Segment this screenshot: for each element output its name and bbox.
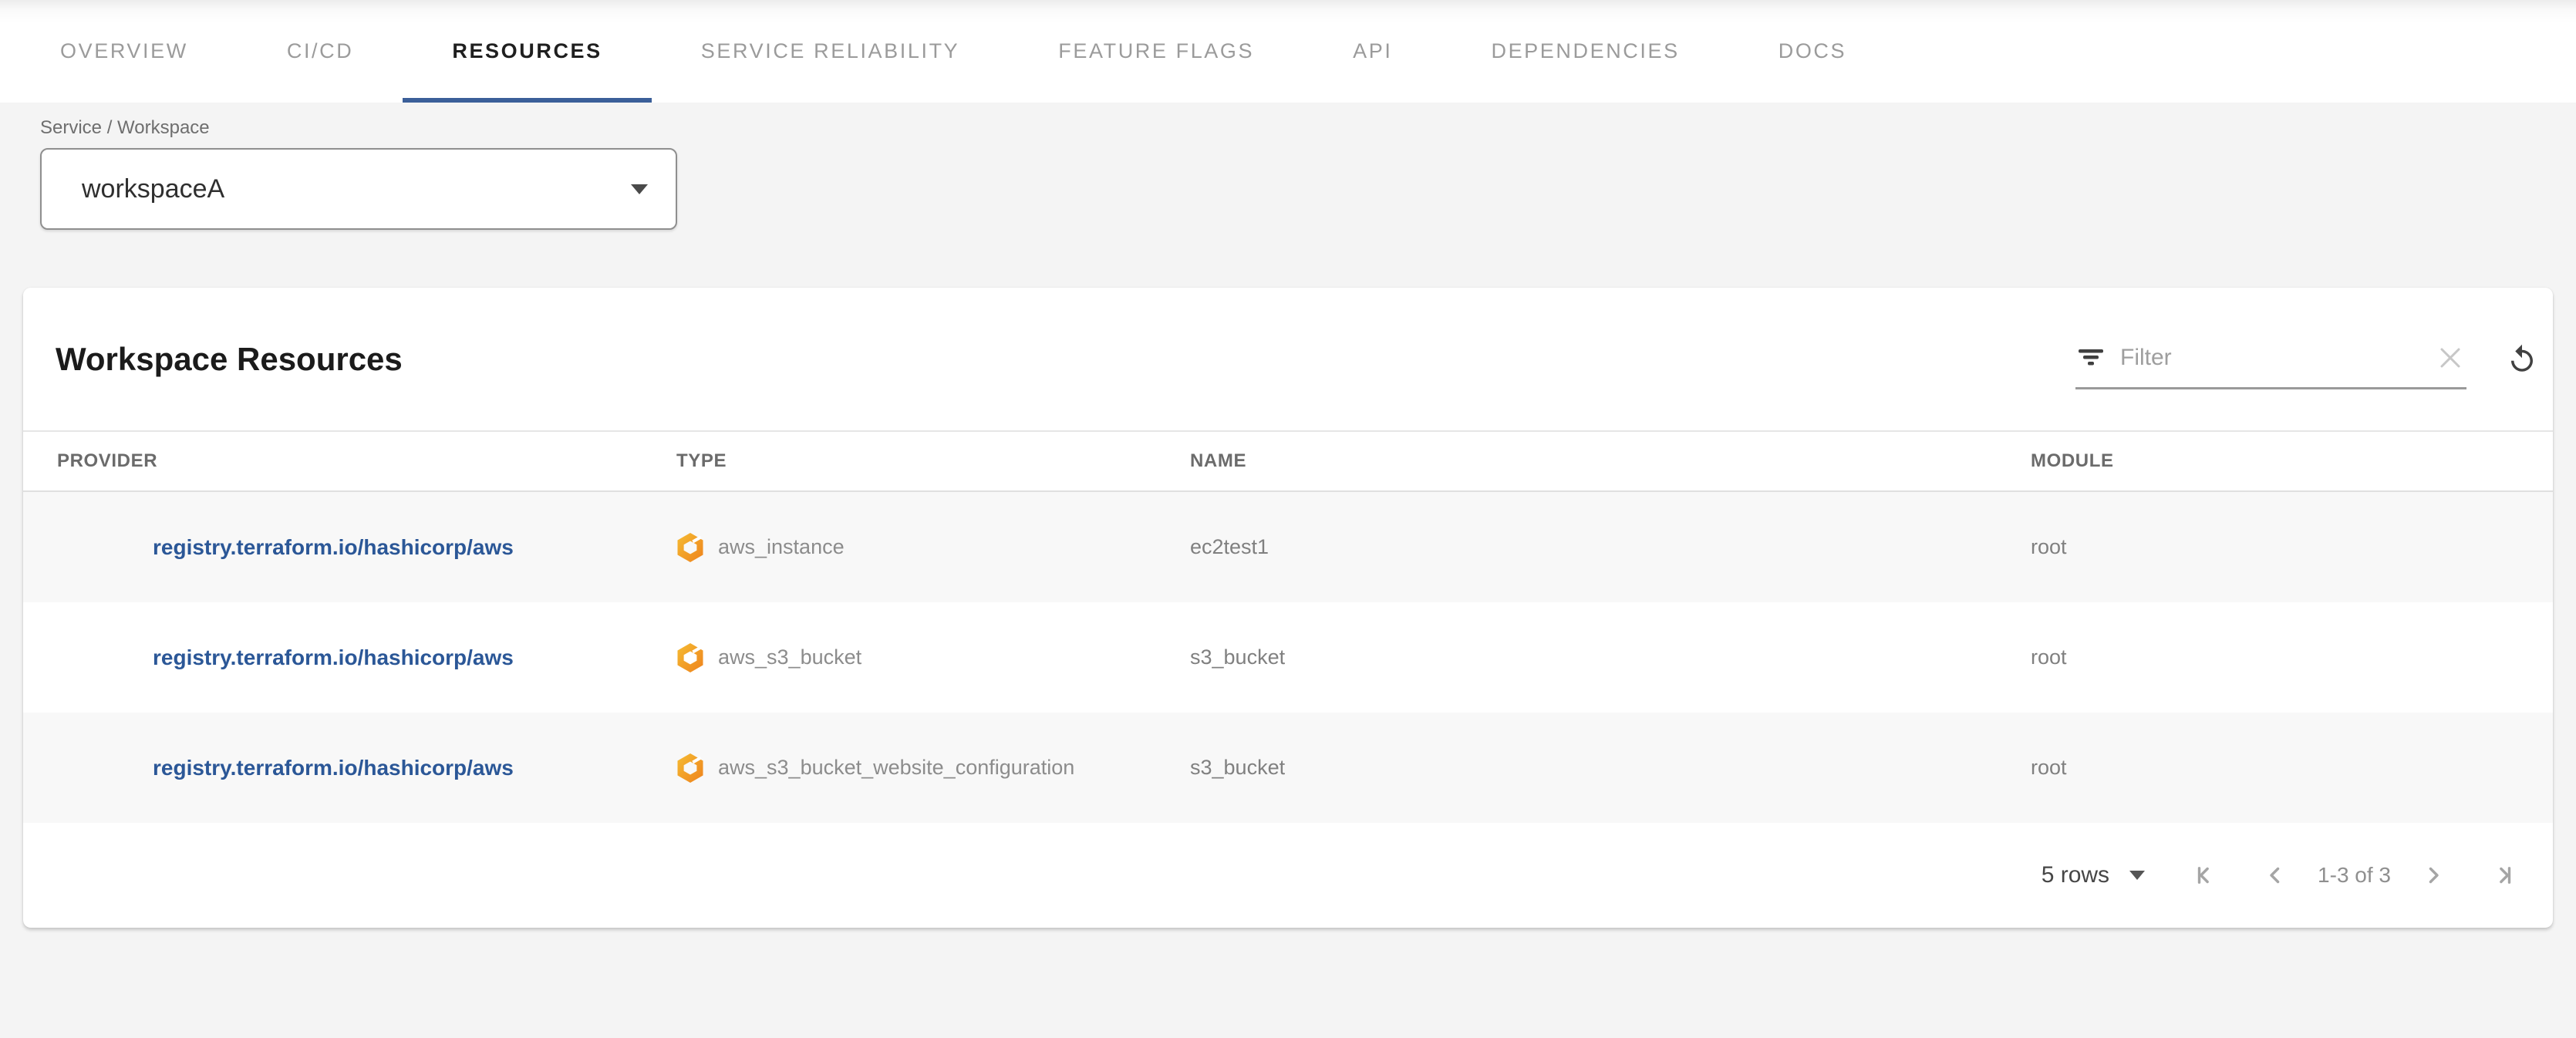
tab-label: Overview bbox=[60, 39, 188, 63]
workspace-select[interactable]: workspaceA bbox=[40, 148, 677, 230]
resource-type-label: aws_instance bbox=[718, 535, 845, 559]
page-title: Workspace Resources bbox=[56, 288, 403, 430]
table-row: registry.terraform.io/hashicorp/aws aws_… bbox=[23, 602, 2553, 713]
chevron-left-icon bbox=[2262, 862, 2288, 888]
table-pagination: 5 rows 1-3 of 3 bbox=[23, 823, 2553, 928]
table-row: registry.terraform.io/hashicorp/aws aws_… bbox=[23, 713, 2553, 823]
provider-link[interactable]: registry.terraform.io/hashicorp/aws bbox=[153, 756, 514, 780]
filter-list-icon bbox=[2079, 349, 2103, 366]
filter-field[interactable] bbox=[2075, 329, 2466, 389]
previous-page-button[interactable] bbox=[2241, 848, 2310, 902]
resource-name: ec2test1 bbox=[1156, 535, 1997, 559]
workspace-select-value: workspaceA bbox=[82, 174, 631, 204]
pagination-range-label: 1-3 of 3 bbox=[2318, 863, 2391, 888]
provider-link[interactable]: registry.terraform.io/hashicorp/aws bbox=[153, 535, 514, 559]
resource-name: s3_bucket bbox=[1156, 756, 1997, 780]
resource-module: root bbox=[1997, 756, 2553, 780]
tab-dependencies[interactable]: Dependencies bbox=[1441, 0, 1728, 103]
last-page-button[interactable] bbox=[2468, 848, 2537, 902]
tab-label: CI/CD bbox=[287, 39, 354, 63]
column-header-type: Type bbox=[642, 450, 1156, 472]
filter-input[interactable] bbox=[2120, 345, 2434, 371]
clear-x-icon bbox=[2440, 348, 2460, 368]
tab-resources[interactable]: Resources bbox=[403, 0, 651, 103]
workspace-picker: Service / Workspace workspaceA bbox=[40, 117, 677, 230]
tab-cicd[interactable]: CI/CD bbox=[238, 0, 403, 103]
resource-module: root bbox=[1997, 535, 2553, 559]
tab-docs[interactable]: Docs bbox=[1729, 0, 1896, 103]
table-header-row: Provider Type Name Module bbox=[23, 430, 2553, 492]
table-row: registry.terraform.io/hashicorp/aws aws_… bbox=[23, 492, 2553, 602]
column-header-module: Module bbox=[1997, 450, 2553, 472]
chevron-right-icon bbox=[2420, 862, 2446, 888]
caret-down-icon bbox=[631, 184, 648, 194]
next-page-button[interactable] bbox=[2399, 848, 2468, 902]
resource-type-label: aws_s3_bucket bbox=[718, 645, 861, 669]
tab-label: Service Reliability bbox=[701, 39, 960, 63]
tab-service-reliability[interactable]: Service Reliability bbox=[652, 0, 1010, 103]
tab-feature-flags[interactable]: Feature Flags bbox=[1009, 0, 1303, 103]
rows-per-page-select[interactable]: 5 rows bbox=[2042, 862, 2145, 888]
last-page-icon bbox=[2490, 862, 2516, 888]
card-header: Workspace Resources bbox=[23, 288, 2553, 430]
first-page-icon bbox=[2193, 862, 2219, 888]
column-header-name: Name bbox=[1156, 450, 1997, 472]
resource-name: s3_bucket bbox=[1156, 645, 1997, 669]
clear-filter-button[interactable] bbox=[2440, 348, 2460, 368]
tab-label: Dependencies bbox=[1491, 39, 1679, 63]
terraform-aws-hexagon-icon bbox=[676, 532, 704, 563]
column-header-provider: Provider bbox=[23, 450, 642, 472]
tab-label: API bbox=[1353, 39, 1392, 63]
tab-label: Feature Flags bbox=[1058, 39, 1254, 63]
resource-module: root bbox=[1997, 645, 2553, 669]
caret-down-icon bbox=[2129, 871, 2145, 880]
entity-tab-bar: Overview CI/CD Resources Service Reliabi… bbox=[0, 0, 2576, 103]
provider-link[interactable]: registry.terraform.io/hashicorp/aws bbox=[153, 645, 514, 669]
terraform-aws-hexagon-icon bbox=[676, 642, 704, 673]
tab-label: Resources bbox=[452, 39, 602, 63]
workspace-resources-card: Workspace Resources bbox=[23, 288, 2553, 928]
terraform-aws-hexagon-icon bbox=[676, 753, 704, 784]
workspace-picker-label: Service / Workspace bbox=[40, 117, 677, 139]
replay-refresh-icon bbox=[2506, 343, 2538, 376]
refresh-button[interactable] bbox=[2505, 342, 2539, 376]
tab-api[interactable]: API bbox=[1303, 0, 1441, 103]
tab-overview[interactable]: Overview bbox=[11, 0, 238, 103]
rows-per-page-value: 5 rows bbox=[2042, 862, 2109, 888]
resource-type-label: aws_s3_bucket_website_configuration bbox=[718, 756, 1074, 780]
first-page-button[interactable] bbox=[2171, 848, 2241, 902]
tab-label: Docs bbox=[1779, 39, 1846, 63]
